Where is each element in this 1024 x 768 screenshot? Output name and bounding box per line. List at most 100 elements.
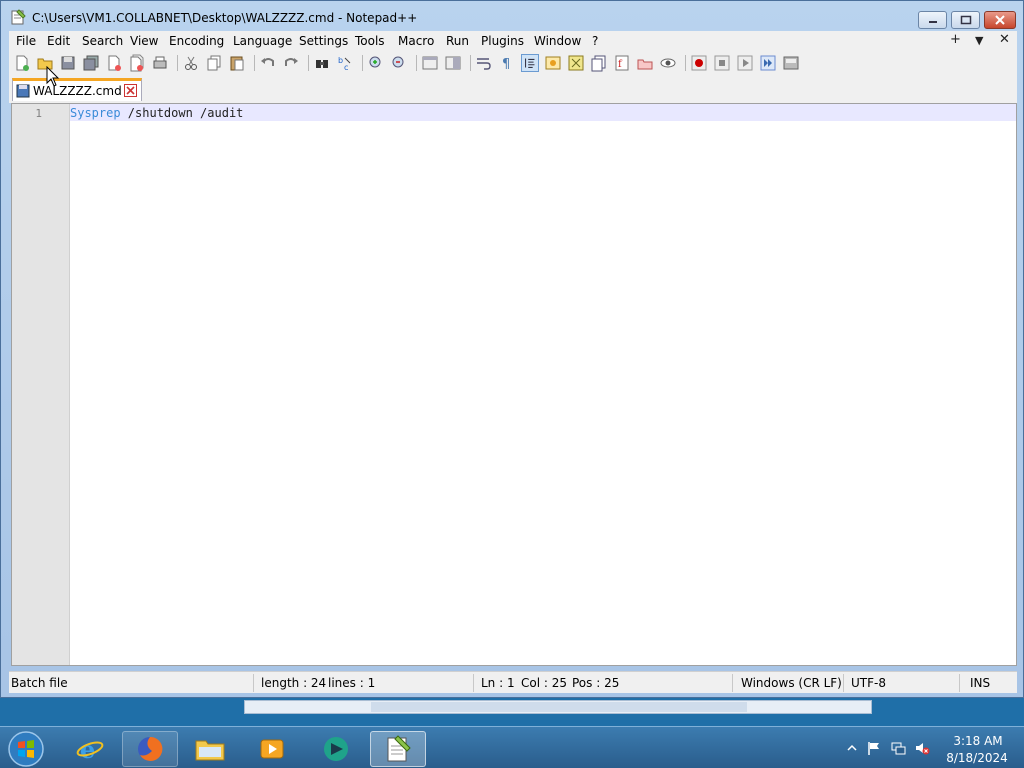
show-hidden-icons-icon[interactable]: [844, 740, 860, 756]
doc-list-icon[interactable]: [590, 54, 608, 72]
status-separator: [732, 674, 733, 692]
close-doc-button[interactable]: ✕: [999, 32, 1010, 47]
cut-icon[interactable]: [182, 54, 200, 72]
status-file-type: Batch file: [11, 676, 68, 690]
undo-icon[interactable]: [259, 54, 277, 72]
minimize-icon: [928, 21, 937, 23]
svg-text:¶: ¶: [502, 57, 510, 72]
replace-icon[interactable]: bc: [336, 54, 354, 72]
sync-horizontal-icon[interactable]: [444, 54, 462, 72]
zoom-in-icon[interactable]: [367, 54, 385, 72]
macro-run-multiple-icon[interactable]: [759, 54, 777, 72]
network-icon[interactable]: [890, 740, 906, 756]
udl-icon[interactable]: [544, 54, 562, 72]
doc-map-icon[interactable]: [567, 54, 585, 72]
menu-settings[interactable]: Settings: [299, 34, 348, 48]
taskbar-teal-app[interactable]: [308, 731, 364, 767]
toolbar-separator: [362, 55, 363, 71]
copy-icon[interactable]: [205, 54, 223, 72]
horizontal-scrollbar[interactable]: [244, 700, 872, 714]
print-icon[interactable]: [151, 54, 169, 72]
current-line[interactable]: Sysprep /shutdown /audit: [70, 104, 1016, 121]
action-center-flag-icon[interactable]: [866, 740, 882, 756]
show-all-chars-icon[interactable]: ¶: [498, 54, 516, 72]
menu-language[interactable]: Language: [233, 34, 292, 48]
status-length: length : 24: [261, 676, 327, 690]
svg-text:e: e: [80, 735, 95, 763]
editor-area[interactable]: 1 Sysprep /shutdown /audit: [11, 103, 1017, 666]
menu-edit[interactable]: Edit: [47, 34, 70, 48]
tab-walzzzz-cmd[interactable]: WALZZZZ.cmd: [12, 78, 142, 101]
menu-view[interactable]: View: [130, 34, 158, 48]
system-tray: 3:18 AM 8/18/2024: [842, 727, 1024, 768]
save-icon[interactable]: [59, 54, 77, 72]
notepad-app-icon: [11, 9, 26, 25]
close-all-icon[interactable]: [128, 54, 146, 72]
function-list-icon[interactable]: f: [613, 54, 631, 72]
status-eol[interactable]: Windows (CR LF): [741, 676, 842, 690]
clock-time[interactable]: 3:18 AM: [948, 734, 1008, 748]
status-column: Col : 25: [521, 676, 567, 690]
taskbar-file-explorer[interactable]: [182, 731, 238, 767]
folder-icon: [195, 740, 225, 761]
status-separator: [959, 674, 960, 692]
folder-workspace-icon[interactable]: [636, 54, 654, 72]
redo-icon[interactable]: [282, 54, 300, 72]
window-title: C:\Users\VM1.COLLABNET\Desktop\WALZZZZ.c…: [32, 11, 418, 25]
taskbar-firefox[interactable]: [122, 731, 178, 767]
taskbar-notepad-plus-plus[interactable]: [370, 731, 426, 767]
taskbar-media-player[interactable]: [244, 731, 300, 767]
status-separator: [473, 674, 474, 692]
minimize-button[interactable]: [918, 11, 947, 29]
code-line: Sysprep /shutdown /audit: [70, 106, 243, 120]
menu-file[interactable]: File: [16, 34, 36, 48]
menu-encoding[interactable]: Encoding: [169, 34, 224, 48]
notepad-plus-plus-window: C:\Users\VM1.COLLABNET\Desktop\WALZZZZ.c…: [0, 0, 1024, 698]
taskbar-internet-explorer[interactable]: e: [62, 731, 118, 767]
macro-stop-icon[interactable]: [713, 54, 731, 72]
toolbar-separator: [308, 55, 309, 71]
toolbar-separator: [470, 55, 471, 71]
toolbar: bc ¶ f: [9, 51, 1017, 75]
menu-window[interactable]: Window: [534, 34, 581, 48]
close-button[interactable]: [984, 11, 1016, 29]
new-file-icon[interactable]: [13, 54, 31, 72]
start-button[interactable]: [4, 729, 48, 768]
line-number: 1: [35, 107, 42, 120]
macro-record-icon[interactable]: [690, 54, 708, 72]
firefox-icon: [138, 736, 163, 761]
zoom-out-icon[interactable]: [390, 54, 408, 72]
saved-file-icon: [16, 84, 30, 98]
paste-icon[interactable]: [228, 54, 246, 72]
title-bar[interactable]: C:\Users\VM1.COLLABNET\Desktop\WALZZZZ.c…: [1, 1, 1023, 31]
word-wrap-icon[interactable]: [475, 54, 493, 72]
tab-strip: WALZZZZ.cmd: [9, 75, 1017, 103]
macro-play-icon[interactable]: [736, 54, 754, 72]
status-encoding[interactable]: UTF-8: [851, 676, 886, 690]
clock-date[interactable]: 8/18/2024: [944, 751, 1010, 765]
save-all-icon[interactable]: [82, 54, 100, 72]
menu-tools[interactable]: Tools: [355, 34, 385, 48]
sync-vertical-icon[interactable]: [421, 54, 439, 72]
internet-explorer-icon: e: [76, 735, 104, 763]
menu-search[interactable]: Search: [82, 34, 123, 48]
scrollbar-thumb[interactable]: [371, 702, 747, 712]
status-insert-mode[interactable]: INS: [970, 676, 990, 690]
menu-plugins[interactable]: Plugins: [481, 34, 524, 48]
monitoring-icon[interactable]: [659, 54, 677, 72]
close-file-icon[interactable]: [105, 54, 123, 72]
menu-run[interactable]: Run: [446, 34, 469, 48]
macro-save-icon[interactable]: [782, 54, 800, 72]
find-icon[interactable]: [313, 54, 331, 72]
tab-close-icon[interactable]: [124, 84, 137, 97]
menu-help[interactable]: ?: [592, 34, 598, 48]
indent-guide-icon[interactable]: [521, 54, 539, 72]
volume-muted-icon[interactable]: [914, 740, 930, 756]
status-separator: [253, 674, 254, 692]
status-lines: lines : 1: [328, 676, 376, 690]
menu-macro[interactable]: Macro: [398, 34, 434, 48]
new-tab-button[interactable]: +: [950, 32, 961, 47]
tab-list-dropdown[interactable]: ▼: [975, 34, 983, 47]
maximize-button[interactable]: [951, 11, 980, 29]
toolbar-separator: [177, 55, 178, 71]
